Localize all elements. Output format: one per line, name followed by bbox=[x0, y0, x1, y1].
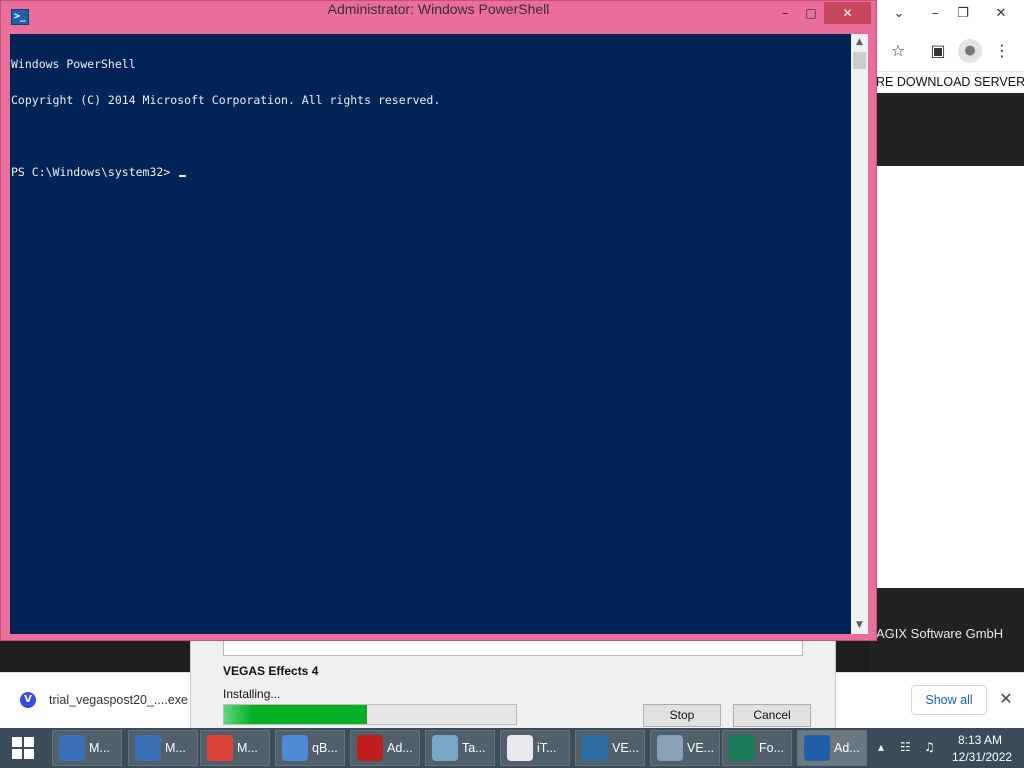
taskbar-item-label: VE... bbox=[687, 741, 715, 755]
installer-status: Installing... bbox=[223, 687, 281, 701]
windows-logo-icon bbox=[12, 737, 22, 747]
clock-time[interactable]: 8:13 AM bbox=[958, 733, 1002, 747]
taskbar-item-label: qB... bbox=[312, 741, 338, 755]
menu-dots-icon[interactable]: ⋮ bbox=[990, 40, 1014, 62]
taskbar-item[interactable]: M... bbox=[200, 730, 270, 766]
taskbar-item-label: VE... bbox=[612, 741, 640, 755]
show-all-button[interactable]: Show all bbox=[911, 685, 987, 715]
qbittorrent-icon bbox=[282, 735, 308, 761]
start-button[interactable] bbox=[0, 728, 48, 768]
console-output[interactable]: Windows PowerShell Copyright (C) 2014 Mi… bbox=[10, 34, 851, 634]
taskbar-item[interactable]: qB... bbox=[275, 730, 345, 766]
install-progress-bar bbox=[223, 704, 517, 725]
installer-dialog: VEGAS Effects 4 Installing... Stop Cance… bbox=[190, 640, 836, 730]
itunes-icon bbox=[507, 735, 533, 761]
download-item[interactable]: trial_vegaspost20_....exe bbox=[49, 693, 188, 707]
task-manager-icon bbox=[432, 735, 458, 761]
console-line: Copyright (C) 2014 Microsoft Corporation… bbox=[11, 93, 441, 107]
chrome-toolbar: ☆ ▣ ● ⋮ bbox=[870, 30, 1024, 72]
footer-company-text: AGIX Software GmbH bbox=[876, 626, 1004, 641]
vertical-scrollbar[interactable]: ▲ ▼ bbox=[851, 34, 868, 634]
star-icon[interactable]: ☆ bbox=[886, 40, 910, 62]
close-downloads-icon[interactable]: ✕ bbox=[996, 689, 1016, 709]
scroll-up-icon[interactable]: ▲ bbox=[851, 34, 868, 51]
stop-button[interactable]: Stop bbox=[643, 704, 721, 727]
scroll-down-icon[interactable]: ▼ bbox=[851, 617, 868, 634]
close-button[interactable]: ✕ bbox=[824, 2, 871, 24]
chrome-titlebar: ⌄ – ❐ ✕ bbox=[870, 0, 1024, 30]
powershell-window: >_ Administrator: Windows PowerShell – □… bbox=[0, 0, 877, 641]
taskbar-item-label: Ad... bbox=[387, 741, 413, 755]
scroll-thumb[interactable] bbox=[853, 52, 866, 69]
chrome-restore-button[interactable]: ❐ bbox=[950, 3, 976, 25]
chrome-window: ⌄ – ❐ ✕ ☆ ▣ ● ⋮ RE DOWNLOAD SERVER AGIX … bbox=[870, 0, 1024, 672]
installer-details-box bbox=[223, 640, 803, 656]
console-prompt-line[interactable]: PS C:\Windows\system32> bbox=[11, 166, 851, 178]
profile-icon[interactable]: ● bbox=[958, 39, 982, 63]
installer-product-name: VEGAS Effects 4 bbox=[223, 664, 319, 678]
taskbar-item[interactable]: VE... bbox=[575, 730, 645, 766]
tab-search-button[interactable]: ⌄ bbox=[886, 3, 912, 25]
taskbar-item-label: M... bbox=[165, 741, 186, 755]
cancel-button[interactable]: Cancel bbox=[733, 704, 811, 727]
taskbar-item[interactable]: Ad... bbox=[797, 730, 867, 766]
minimize-button[interactable]: – bbox=[773, 2, 797, 24]
sidebar-icon[interactable]: ▣ bbox=[926, 40, 950, 62]
vegas-icon bbox=[582, 735, 608, 761]
vegas-download-icon: V bbox=[20, 692, 36, 708]
volume-icon[interactable]: ♫ bbox=[924, 740, 935, 754]
taskbar-item-label: M... bbox=[237, 741, 258, 755]
powershell-icon bbox=[804, 735, 830, 761]
taskbar-item-label: iT... bbox=[537, 741, 557, 755]
taskbar-item[interactable]: M... bbox=[128, 730, 198, 766]
text-cursor bbox=[179, 175, 187, 177]
console-prompt: PS C:\Windows\system32> bbox=[11, 165, 178, 179]
chrome-icon bbox=[207, 735, 233, 761]
taskbar-item[interactable]: Fo... bbox=[722, 730, 792, 766]
console-line: Windows PowerShell bbox=[11, 57, 136, 71]
taskbar-item-label: Ad... bbox=[834, 741, 860, 755]
computer-icon bbox=[59, 735, 85, 761]
taskbar-item[interactable]: iT... bbox=[500, 730, 570, 766]
taskbar-item[interactable]: Ad... bbox=[350, 730, 420, 766]
taskbar-item-label: Fo... bbox=[759, 741, 785, 755]
taskbar-item-label: Ta... bbox=[462, 741, 486, 755]
system-tray: ▴ ☷ ♫ 8:13 AM 12/31/2022 bbox=[870, 728, 1024, 768]
taskbar-item[interactable]: M... bbox=[52, 730, 122, 766]
site-footer: AGIX Software GmbH bbox=[870, 588, 1024, 672]
site-nav-item[interactable]: RE DOWNLOAD SERVER bbox=[870, 72, 1024, 92]
filezilla-icon bbox=[357, 735, 383, 761]
install-progress-fill bbox=[224, 705, 368, 724]
maximize-button[interactable]: □ bbox=[798, 2, 824, 24]
taskbar-item-label: M... bbox=[89, 741, 110, 755]
window-title: Administrator: Windows PowerShell bbox=[327, 1, 550, 17]
network-icon[interactable]: ☷ bbox=[900, 740, 911, 754]
computer-icon bbox=[135, 735, 161, 761]
installer-icon bbox=[657, 735, 683, 761]
food-icon bbox=[729, 735, 755, 761]
site-banner bbox=[870, 93, 1024, 166]
taskbar-item[interactable]: Ta... bbox=[425, 730, 495, 766]
clock-date[interactable]: 12/31/2022 bbox=[952, 750, 1012, 764]
chrome-close-button[interactable]: ✕ bbox=[988, 3, 1014, 25]
show-hidden-icons-icon[interactable]: ▴ bbox=[878, 740, 884, 754]
taskbar: M... M... M... qB... Ad... Ta... iT... VE... VE.… bbox=[0, 728, 1024, 768]
chrome-minimize-button[interactable]: – bbox=[922, 3, 948, 25]
taskbar-item[interactable]: VE... bbox=[650, 730, 720, 766]
